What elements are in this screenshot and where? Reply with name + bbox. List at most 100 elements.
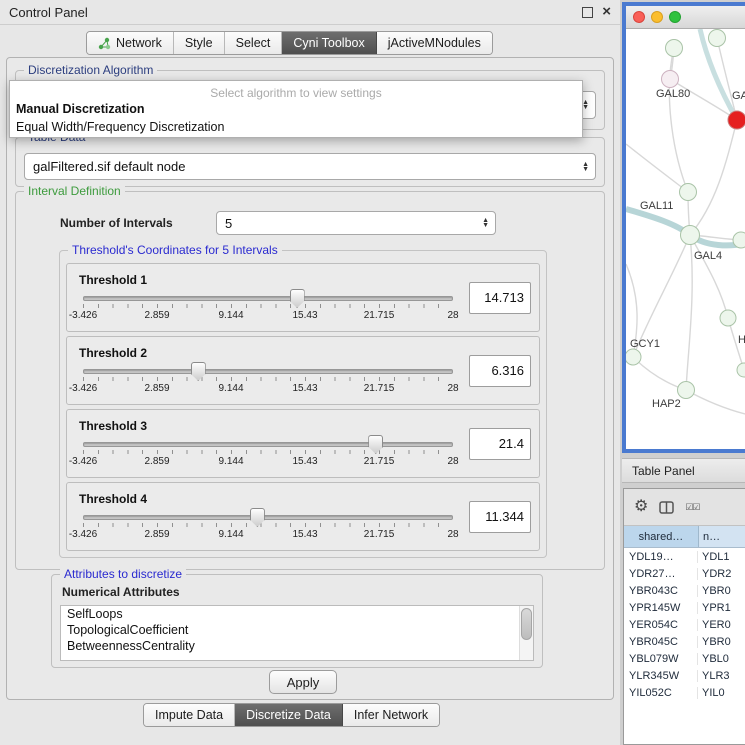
threshold-label: Threshold 2 (79, 346, 461, 360)
columns-icon[interactable] (659, 501, 674, 514)
list-scrollbar[interactable] (519, 606, 533, 660)
node-label: GA (732, 90, 745, 102)
cyni-mode-tabs: Impute Data Discretize Data Infer Networ… (143, 703, 440, 727)
threshold-panel-1: Threshold 1 -3.426 2.859 9.144 15.43 21.… (66, 263, 540, 332)
tab-label: jActiveMNodules (388, 36, 481, 50)
algorithm-option-equal-width[interactable]: Equal Width/Frequency Discretization (10, 118, 582, 136)
node-label: GAL11 (640, 200, 673, 212)
table-panel-header: Table Panel (622, 458, 745, 483)
tab-network[interactable]: Network (87, 32, 174, 54)
tab-label: Infer Network (354, 708, 428, 722)
column-header-name[interactable]: n… (699, 526, 745, 547)
combo-arrows-icon[interactable]: ▲▼ (480, 218, 491, 228)
network-view-window: GAL80 GA GAL11 GAL4 GCY1 HAP2 H (622, 2, 745, 453)
window-title: Control Panel (9, 5, 582, 20)
group-title: Attributes to discretize (60, 567, 186, 581)
interval-definition-group: Interval Definition Number of Intervals … (15, 191, 605, 570)
network-node[interactable] (666, 40, 683, 57)
network-node[interactable] (709, 30, 726, 47)
minimize-traffic-light[interactable] (651, 11, 663, 23)
table-row[interactable]: YIL052CYIL0 (624, 684, 745, 701)
threshold-label: Threshold 3 (79, 419, 461, 433)
slider-track[interactable] (83, 369, 453, 374)
table-row[interactable]: YPR145WYPR1 (624, 599, 745, 616)
slider-track[interactable] (83, 442, 453, 447)
tab-discretize-data[interactable]: Discretize Data (235, 704, 343, 726)
slider-track[interactable] (83, 296, 453, 301)
threshold-2-slider[interactable]: -3.426 2.859 9.144 15.43 21.715 28 (83, 362, 453, 396)
list-item[interactable]: TopologicalCoefficient (61, 622, 533, 638)
threshold-4-slider[interactable]: -3.426 2.859 9.144 15.43 21.715 28 (83, 508, 453, 542)
slider-ticks (83, 304, 453, 308)
table-row[interactable]: YER054CYER0 (624, 616, 745, 633)
tab-infer-network[interactable]: Infer Network (343, 704, 439, 726)
tab-impute-data[interactable]: Impute Data (144, 704, 235, 726)
table-row[interactable]: YBR043CYBR0 (624, 582, 745, 599)
threshold-3-slider[interactable]: -3.426 2.859 9.144 15.43 21.715 28 (83, 435, 453, 469)
table-panel-title: Table Panel (632, 464, 695, 478)
table-row[interactable]: YDR27…YDR2 (624, 565, 745, 582)
group-title: Discretization Algorithm (24, 63, 157, 77)
threshold-panel-2: Threshold 2 -3.426 2.859 9.144 15.43 21.… (66, 336, 540, 405)
tab-label: Cyni Toolbox (293, 36, 364, 50)
node-label: GAL80 (656, 88, 690, 100)
zoom-traffic-light[interactable] (669, 11, 681, 23)
close-window-icon[interactable]: × (602, 7, 611, 17)
scrollbar-thumb[interactable] (521, 608, 532, 640)
node-GCY1[interactable] (626, 349, 641, 365)
tab-jactivemnodules[interactable]: jActiveMNodules (377, 32, 492, 54)
node-GAL11[interactable] (680, 184, 697, 201)
numerical-attributes-list[interactable]: SelfLoops TopologicalCoefficient Between… (60, 605, 534, 661)
tab-cyni-toolbox[interactable]: Cyni Toolbox (282, 32, 376, 54)
threshold-label: Threshold 4 (79, 492, 461, 506)
threshold-1-value[interactable]: 14.713 (469, 282, 531, 314)
network-node[interactable] (720, 310, 736, 326)
number-of-intervals-label: Number of Intervals (60, 216, 173, 230)
algorithm-option-manual[interactable]: Manual Discretization (10, 100, 582, 118)
node-label: GAL4 (694, 250, 722, 262)
table-row[interactable]: YBR045CYBR0 (624, 633, 745, 650)
node-label: H (738, 334, 745, 346)
selected-red-node[interactable] (728, 111, 745, 129)
number-of-intervals-combo[interactable]: 5 ▲▼ (216, 211, 496, 235)
node-HAP2[interactable] (678, 382, 695, 399)
network-node[interactable] (733, 232, 745, 248)
threshold-3-value[interactable]: 21.4 (469, 428, 531, 460)
table-toolbar: ⚙ ☑☑ (624, 489, 745, 526)
tab-label: Style (185, 36, 213, 50)
cyni-toolbox-panel: Discretization Algorithm ▲▼ Select algor… (6, 57, 614, 700)
node-label: HAP2 (652, 398, 681, 410)
network-node[interactable] (737, 363, 745, 377)
apply-button[interactable]: Apply (269, 670, 337, 694)
network-canvas[interactable]: GAL80 GA GAL11 GAL4 GCY1 HAP2 H (626, 29, 745, 449)
slider-scale: -3.426 2.859 9.144 15.43 21.715 28 (83, 310, 453, 322)
table-row[interactable]: YLR345WYLR3 (624, 667, 745, 684)
tab-label: Impute Data (155, 708, 223, 722)
threshold-4-value[interactable]: 11.344 (469, 501, 531, 533)
combo-arrows-icon[interactable]: ▲▼ (580, 162, 591, 172)
tab-style[interactable]: Style (174, 32, 225, 54)
tab-label: Discretize Data (246, 708, 331, 722)
slider-track[interactable] (83, 515, 453, 520)
control-panel-tabs: Network Style Select Cyni Toolbox jActiv… (86, 31, 493, 55)
tab-select[interactable]: Select (225, 32, 283, 54)
list-item[interactable]: BetweennessCentrality (61, 638, 533, 654)
table-data-combo[interactable]: galFiltered.sif default node ▲▼ (24, 153, 596, 180)
table-row[interactable]: YDL19…YDL1 (624, 548, 745, 565)
list-item[interactable]: SelfLoops (61, 606, 533, 622)
close-traffic-light[interactable] (633, 11, 645, 23)
network-window-titlebar[interactable] (626, 6, 745, 29)
gear-icon[interactable]: ⚙ (634, 499, 648, 515)
select-columns-icon[interactable]: ☑☑ (685, 502, 699, 513)
attributes-group: Attributes to discretize Numerical Attri… (51, 574, 543, 668)
table-header-row: shared… n… (624, 526, 745, 548)
column-header-shared-name[interactable]: shared… (624, 526, 699, 547)
table-row[interactable]: YBL079WYBL0 (624, 650, 745, 667)
slider-ticks (83, 450, 453, 454)
threshold-2-value[interactable]: 6.316 (469, 355, 531, 387)
float-window-icon[interactable] (582, 7, 593, 18)
node-GAL4[interactable] (681, 226, 700, 245)
node-GAL80[interactable] (662, 71, 679, 88)
group-title: Interval Definition (24, 184, 125, 198)
threshold-1-slider[interactable]: -3.426 2.859 9.144 15.43 21.715 28 (83, 289, 453, 323)
